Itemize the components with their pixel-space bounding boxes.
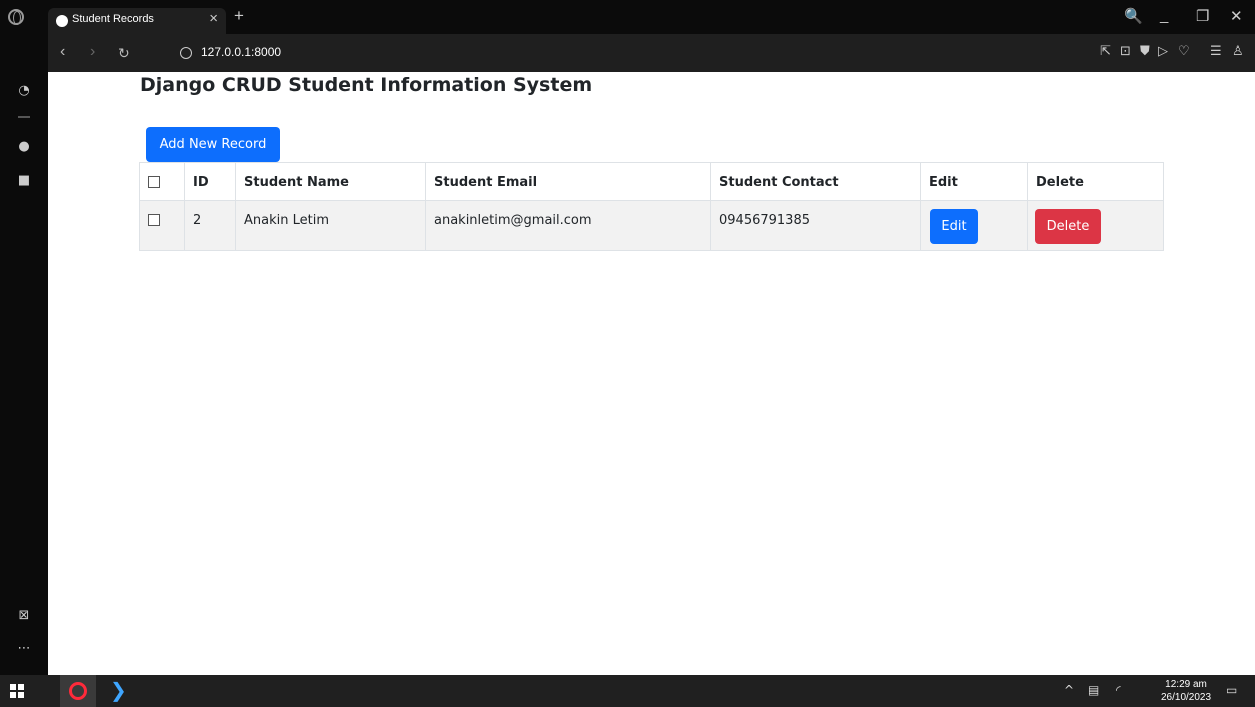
header-edit-label: Edit <box>929 175 958 190</box>
new-tab-button[interactable]: + <box>234 6 244 26</box>
row-delete-cell: Delete <box>1028 201 1163 250</box>
header-contact-label: Student Contact <box>719 175 839 190</box>
system-clock[interactable]: 12:29 am 26/10/2023 <box>1161 678 1211 704</box>
header-id-label: ID <box>193 175 209 190</box>
notifications-icon[interactable]: ▭ <box>1226 683 1237 697</box>
windows-taskbar: ^ ▤ ◜ 12:29 am 26/10/2023 ▭ <box>0 675 1255 707</box>
add-new-record-button[interactable]: Add New Record <box>146 127 280 162</box>
row-id-cell: 2 <box>185 201 236 250</box>
network-icon[interactable]: ▤ <box>1088 683 1099 697</box>
row-student-contact: 09456791385 <box>719 213 810 228</box>
gallery-icon[interactable]: ⊠ <box>15 607 33 625</box>
web-page: Django CRUD Student Information System A… <box>48 72 1255 675</box>
vscode-taskbar-icon[interactable] <box>100 675 136 707</box>
row-id: 2 <box>193 213 202 228</box>
profile-icon[interactable]: ♙ <box>1232 44 1244 59</box>
delete-button[interactable]: Delete <box>1035 209 1101 244</box>
globe-favicon-icon <box>56 15 68 27</box>
easy-setup-icon[interactable]: ☰ <box>1210 44 1222 59</box>
more-options-icon[interactable]: ⋯ <box>15 640 33 658</box>
header-edit: Edit <box>921 163 1028 200</box>
row-student-name: Anakin Letim <box>244 213 329 228</box>
tab-title: Student Records <box>72 13 154 25</box>
edit-button[interactable]: Edit <box>930 209 978 244</box>
sidebar-divider <box>18 116 30 118</box>
minimize-button[interactable]: _ <box>1160 7 1168 24</box>
favorites-heart-icon[interactable]: ♡ <box>1178 44 1190 59</box>
header-delete-label: Delete <box>1036 175 1084 190</box>
page-title: Django CRUD Student Information System <box>140 74 593 96</box>
row-student-email: anakinletim@gmail.com <box>434 213 592 228</box>
speed-dial-icon[interactable]: ◔ <box>15 82 33 100</box>
opera-logo-icon[interactable] <box>8 9 24 25</box>
messenger-icon[interactable]: ● <box>15 138 33 156</box>
row-email-cell: anakinletim@gmail.com <box>426 201 711 250</box>
header-name-label: Student Name <box>244 175 349 190</box>
address-bar-row: ‹ › ↻ 127.0.0.1:8000 ⇱ ⊡ ⛊ ▷ ♡ ☰ ♙ <box>48 34 1255 72</box>
tab-close-button[interactable]: × <box>209 10 218 27</box>
table-row: 2 Anakin Letim anakinletim@gmail.com 094… <box>140 201 1163 250</box>
discord-icon[interactable]: ■ <box>15 172 33 190</box>
chevron-up-icon[interactable]: ^ <box>1064 683 1074 697</box>
forward-icon[interactable]: › <box>90 43 95 61</box>
search-tabs-button[interactable]: 🔍 <box>1124 7 1143 25</box>
url-field[interactable]: 127.0.0.1:8000 <box>201 45 281 59</box>
row-edit-cell: Edit <box>921 201 1028 250</box>
close-window-button[interactable]: ✕ <box>1230 7 1243 25</box>
restore-button[interactable]: ❐ <box>1196 7 1209 25</box>
header-student-contact: Student Contact <box>711 163 921 200</box>
back-icon[interactable]: ‹ <box>60 43 65 61</box>
tab-student-records[interactable]: Student Records × <box>48 8 226 34</box>
reload-icon[interactable]: ↻ <box>118 45 130 62</box>
row-select-cell <box>140 201 185 250</box>
adblock-shield-icon[interactable]: ⛊ <box>1140 44 1150 59</box>
site-info-icon[interactable] <box>180 47 192 59</box>
select-all-checkbox[interactable] <box>148 176 160 188</box>
opera-taskbar-icon[interactable] <box>60 675 96 707</box>
header-id: ID <box>185 163 236 200</box>
browser-tab-strip: Student Records × + 🔍 _ ❐ ✕ <box>0 0 1255 34</box>
table-header-row: ID Student Name Student Email Student Co… <box>140 163 1163 201</box>
windows-start-icon[interactable] <box>10 684 24 698</box>
header-email-label: Student Email <box>434 175 538 190</box>
row-checkbox[interactable] <box>148 214 160 226</box>
wifi-icon[interactable]: ◜ <box>1116 683 1121 697</box>
clock-time: 12:29 am <box>1165 679 1207 690</box>
row-name-cell: Anakin Letim <box>236 201 426 250</box>
flow-send-icon[interactable]: ▷ <box>1158 44 1168 59</box>
header-delete: Delete <box>1028 163 1163 200</box>
browser-sidebar: ◔ ● ■ ⊠ ⋯ <box>0 34 48 675</box>
header-select-cell <box>140 163 185 200</box>
snapshot-icon[interactable]: ⊡ <box>1120 44 1131 59</box>
clock-date: 26/10/2023 <box>1161 692 1212 703</box>
header-student-name: Student Name <box>236 163 426 200</box>
row-contact-cell: 09456791385 <box>711 201 921 250</box>
share-icon[interactable]: ⇱ <box>1100 44 1111 59</box>
students-table: ID Student Name Student Email Student Co… <box>139 162 1164 251</box>
header-student-email: Student Email <box>426 163 711 200</box>
